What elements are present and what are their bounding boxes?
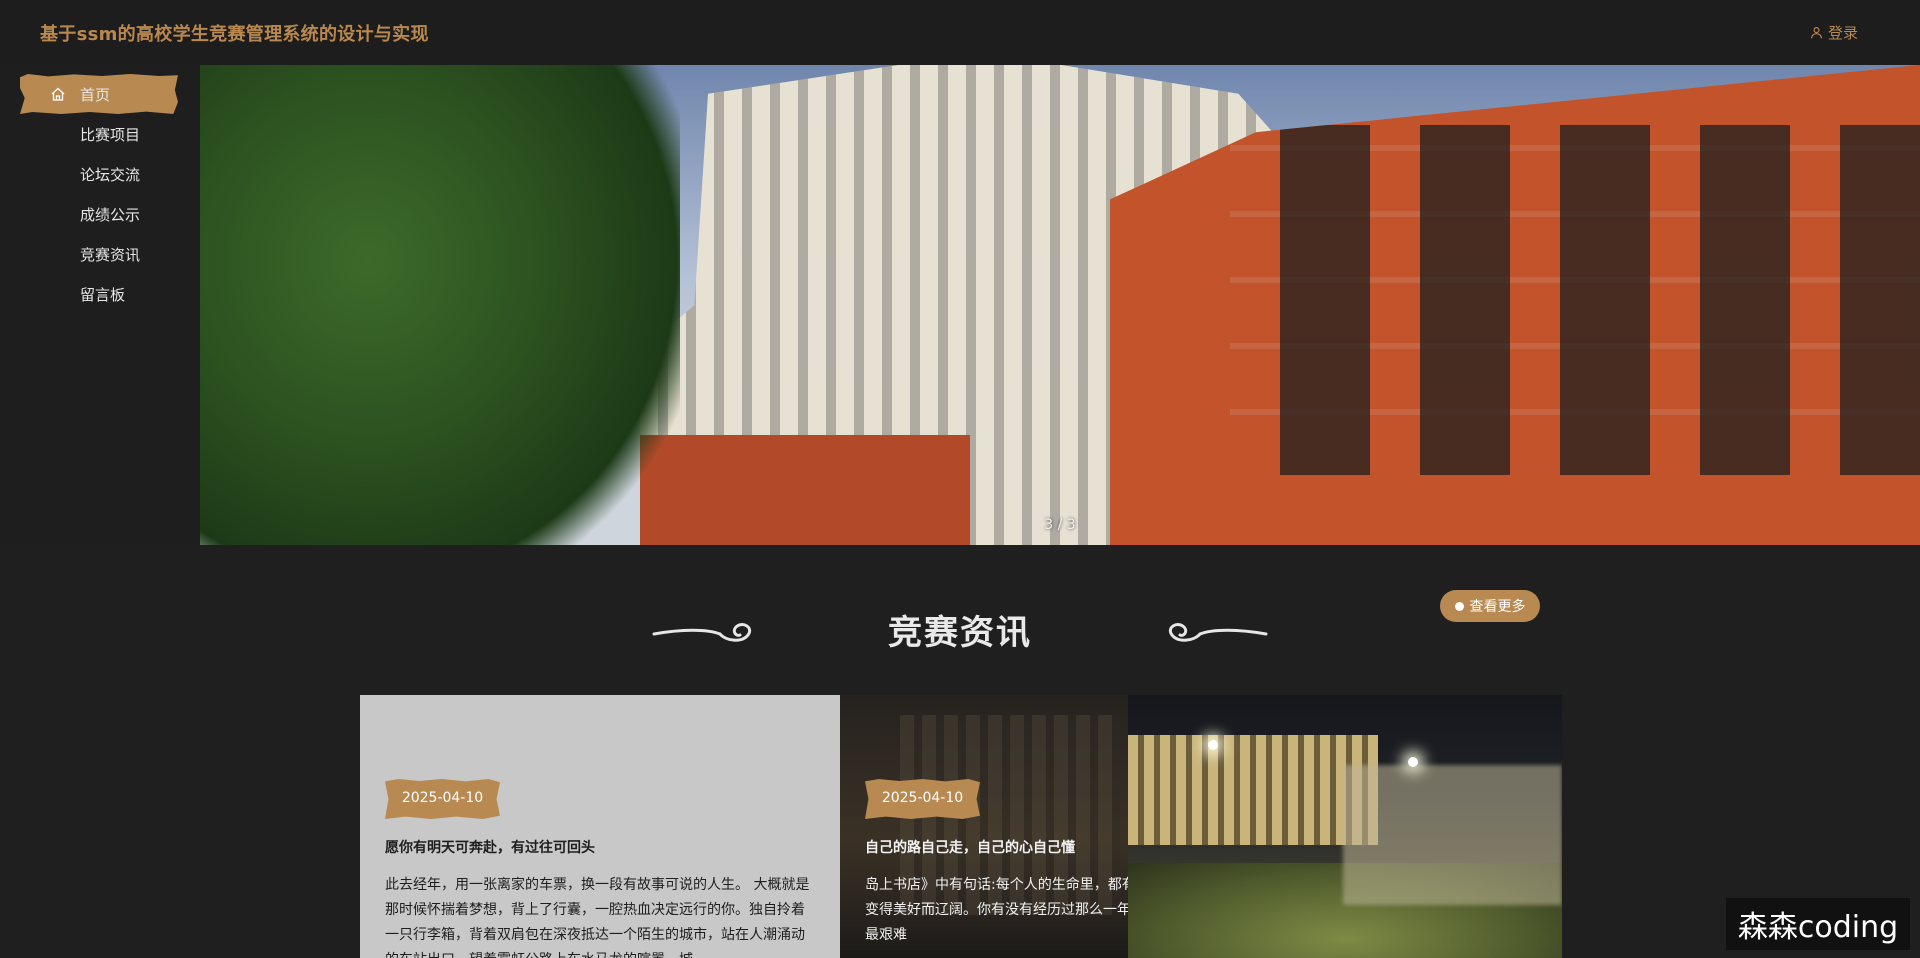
- sidebar-item-label: 成绩公示: [80, 206, 141, 224]
- sidebar-item-label: 论坛交流: [80, 166, 141, 184]
- login-button[interactable]: 登录: [1810, 22, 1858, 43]
- photo-blurred-area: [1343, 765, 1562, 905]
- login-label: 登录: [1827, 24, 1858, 42]
- sidebar-item-news[interactable]: 竞赛资讯: [20, 234, 178, 274]
- top-header: 基于ssm的高校学生竞赛管理系统的设计与实现 登录: [0, 0, 1920, 66]
- sidebar-item-label: 首页: [80, 86, 111, 104]
- sidebar-item-label: 竞赛资讯: [80, 246, 141, 264]
- section-title: 竞赛资讯: [888, 613, 1032, 653]
- photo-building: [1128, 735, 1378, 845]
- sidebar: 首页 比赛项目 论坛交流 成绩公示 竞赛资讯 留言板: [0, 65, 200, 545]
- title-ornament-right-icon: [1169, 623, 1268, 642]
- user-icon: [1811, 27, 1822, 39]
- sidebar-item-label: 留言板: [80, 286, 126, 304]
- sidebar-item-label: 比赛项目: [80, 126, 141, 144]
- news-photo-campus-night[interactable]: [1128, 695, 1562, 958]
- banner-tree: [200, 65, 680, 545]
- news-card[interactable]: 2025-04-10 愿你有明天可奔赴，有过往可回头 此去经年，用一张离家的车票…: [360, 695, 840, 958]
- news-date: 2025-04-10: [881, 790, 964, 806]
- sidebar-item-results[interactable]: 成绩公示: [20, 194, 178, 234]
- banner-lower-building: [640, 435, 970, 545]
- floodlight: [1408, 757, 1418, 767]
- floodlight: [1208, 740, 1218, 750]
- news-date-badge: 2025-04-10: [385, 779, 500, 819]
- title-ornament-left-icon: [652, 623, 751, 642]
- news-date: 2025-04-10: [401, 790, 484, 806]
- view-more-label: 查看更多: [1469, 599, 1526, 615]
- watermark: 森森coding: [1726, 898, 1910, 950]
- app-title: 基于ssm的高校学生竞赛管理系统的设计与实现: [40, 24, 429, 45]
- sidebar-item-home[interactable]: 首页: [20, 74, 178, 114]
- dot-icon: [1454, 601, 1464, 611]
- news-title: 愿你有明天可奔赴，有过往可回头: [385, 840, 595, 856]
- hero-carousel[interactable]: 3 / 3: [200, 65, 1920, 545]
- view-more-button[interactable]: 查看更多: [1440, 590, 1540, 622]
- sidebar-item-message-board[interactable]: 留言板: [20, 274, 178, 314]
- sidebar-item-forum[interactable]: 论坛交流: [20, 154, 178, 194]
- news-excerpt: 此去经年，用一张离家的车票，换一段有故事可说的人生。 大概就是那时候怀揣着梦想，…: [385, 877, 810, 958]
- home-icon: [51, 87, 65, 101]
- news-date-badge: 2025-04-10: [865, 779, 980, 819]
- sidebar-item-competitions[interactable]: 比赛项目: [20, 114, 178, 154]
- carousel-pager: 3 / 3: [1044, 517, 1076, 533]
- news-title: 自己的路自己走，自己的心自己懂: [865, 840, 1075, 856]
